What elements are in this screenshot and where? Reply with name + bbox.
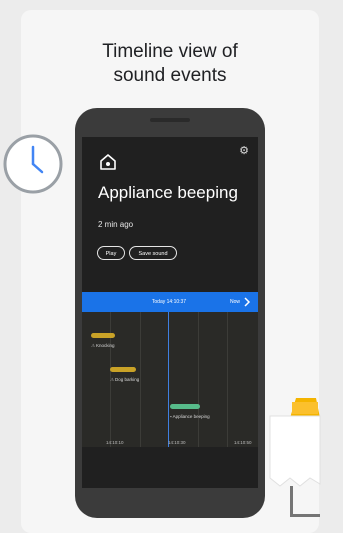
headline-line-1: Timeline view of bbox=[102, 41, 238, 62]
event-bar-dog-barking[interactable] bbox=[110, 367, 136, 372]
time-tick-label: 14:10:50 bbox=[234, 440, 252, 445]
chevron-right-icon[interactable] bbox=[243, 297, 251, 307]
appliance-illustration bbox=[269, 398, 321, 517]
sound-timeline[interactable]: ⚠Knocking ⚠Dog barking ▪Appliance beepin… bbox=[82, 312, 258, 447]
headline-line-2: sound events bbox=[113, 65, 227, 86]
now-button[interactable]: Now bbox=[230, 292, 240, 312]
grid-line bbox=[198, 312, 199, 447]
event-label-appliance-beeping: ▪Appliance beeping bbox=[170, 414, 210, 420]
event-bar-appliance-beeping[interactable] bbox=[170, 404, 200, 409]
event-label-text: Dog barking bbox=[115, 377, 140, 382]
event-bar-knocking[interactable] bbox=[91, 333, 115, 338]
clock-icon bbox=[3, 134, 63, 194]
sound-event-time: 2 min ago bbox=[98, 220, 134, 229]
appliance-icon: ▪ bbox=[170, 414, 172, 419]
home-sound-icon bbox=[100, 154, 116, 170]
event-label-knocking: ⚠Knocking bbox=[91, 343, 115, 349]
now-indicator-line bbox=[168, 312, 169, 447]
grid-line bbox=[227, 312, 228, 447]
timeline-header-bar: Today 14:10:37 Now bbox=[82, 292, 258, 312]
warning-icon: ⚠ bbox=[91, 343, 96, 348]
play-button[interactable]: Play bbox=[97, 246, 125, 260]
time-tick-label: 14:10:30 bbox=[168, 440, 186, 445]
time-tick-label: 14:10:10 bbox=[106, 440, 124, 445]
event-label-text: Appliance beeping bbox=[172, 414, 210, 419]
gear-icon[interactable]: ⚙ bbox=[238, 145, 250, 157]
card-headline: Timeline view of sound events bbox=[21, 40, 319, 88]
save-sound-button[interactable]: Save sound bbox=[129, 246, 177, 260]
phone-screen: ⚙ Appliance beeping 2 min ago Play Save … bbox=[82, 137, 258, 488]
timeline-date: Today 14:10:37 bbox=[151, 299, 187, 305]
grid-line bbox=[140, 312, 141, 447]
phone-speaker bbox=[150, 118, 190, 122]
sound-event-title: Appliance beeping bbox=[98, 183, 238, 202]
warning-icon: ⚠ bbox=[110, 377, 115, 382]
event-label-text: Knocking bbox=[96, 343, 115, 348]
event-label-dog-barking: ⚠Dog barking bbox=[110, 377, 139, 383]
